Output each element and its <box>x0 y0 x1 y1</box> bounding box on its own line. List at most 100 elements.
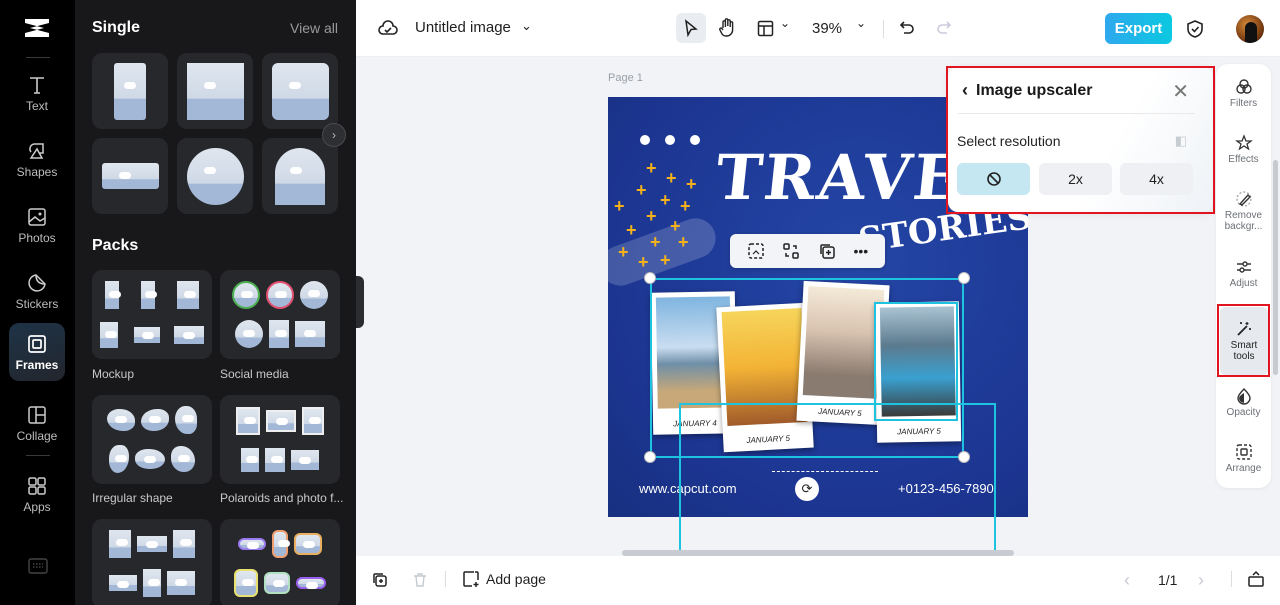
keyboard-shortcuts-icon[interactable] <box>28 558 48 574</box>
zoom-chevron-icon[interactable]: ⌄ <box>856 16 866 30</box>
tool-label: Effects <box>1228 154 1259 165</box>
frame-tile-circle[interactable] <box>177 138 253 214</box>
rail-item-stickers[interactable]: Stickers <box>9 262 65 320</box>
resolution-option-4x[interactable]: 4x <box>1120 163 1193 195</box>
rail-item-label: Frames <box>15 357 59 372</box>
pack-label-mockup: Mockup <box>92 367 135 381</box>
tool-remove-background[interactable]: Remove backgr... <box>1216 190 1271 232</box>
duplicate-icon[interactable] <box>818 242 836 260</box>
title-dropdown-chevron-icon[interactable]: ⌄ <box>521 18 532 34</box>
frame-tile-portrait-notched[interactable] <box>92 53 168 129</box>
rail-item-apps[interactable]: Apps <box>9 465 65 523</box>
upscaler-title: Image upscaler <box>976 81 1093 99</box>
pack-tile-speech-bubbles[interactable] <box>220 519 340 605</box>
hand-tool-icon[interactable] <box>718 17 736 37</box>
cloud-saved-icon[interactable] <box>378 19 398 37</box>
capcut-logo-icon[interactable] <box>22 16 52 40</box>
document-title[interactable]: Untitled image <box>415 19 511 36</box>
rail-item-text[interactable]: Text <box>9 64 65 122</box>
pack-label-social-media: Social media <box>220 367 289 381</box>
top-bar: Untitled image ⌄ ⌄ 39% ⌄ Export <box>356 0 1280 57</box>
arrange-icon <box>1235 444 1252 460</box>
apps-icon <box>28 476 46 495</box>
resolution-option-none[interactable] <box>957 163 1030 195</box>
rail-item-shapes[interactable]: Shapes <box>9 130 65 188</box>
tool-label: Remove backgr... <box>1224 210 1263 232</box>
upscaler-header: ‹ Image upscaler <box>962 80 1093 101</box>
opacity-icon <box>1236 388 1251 405</box>
next-page-icon[interactable]: › <box>1198 570 1204 591</box>
redo-icon[interactable] <box>936 20 952 36</box>
resize-handle-top-left[interactable] <box>644 272 656 284</box>
tool-effects[interactable]: Effects <box>1216 134 1271 166</box>
left-rail: Text Shapes Photos Stickers Frames Colla… <box>0 0 75 605</box>
divider <box>958 113 1195 114</box>
single-heading: Single <box>92 19 141 36</box>
pack-tile-torn-paper[interactable] <box>92 519 212 605</box>
frame-tile-rounded-square[interactable] <box>262 53 338 129</box>
resize-handle-bottom-left[interactable] <box>644 451 656 463</box>
shield-check-icon[interactable] <box>1186 19 1204 39</box>
divider <box>445 571 446 587</box>
resolution-option-2x[interactable]: 2x <box>1039 163 1112 195</box>
view-all-link[interactable]: View all <box>290 20 338 36</box>
capcut-editor: Text Shapes Photos Stickers Frames Colla… <box>0 0 1280 605</box>
rail-item-frames[interactable]: Frames <box>9 323 65 381</box>
collapse-panel-handle[interactable] <box>356 276 364 328</box>
frame-tile-arch[interactable] <box>262 138 338 214</box>
rail-item-photos[interactable]: Photos <box>9 196 65 254</box>
floating-toolbar: ••• <box>730 234 885 268</box>
vertical-scrollbar[interactable] <box>1273 160 1278 375</box>
user-avatar[interactable] <box>1236 15 1264 43</box>
tool-filters[interactable]: Filters <box>1216 78 1271 110</box>
back-chevron-icon[interactable]: ‹ <box>962 80 968 101</box>
more-icon[interactable]: ••• <box>853 243 868 259</box>
zoom-level[interactable]: 39% <box>812 20 842 37</box>
collage-icon <box>28 405 46 424</box>
layout-chevron-icon[interactable]: ⌄ <box>780 16 790 30</box>
pack-tile-irregular-shape[interactable] <box>92 395 212 484</box>
resize-handle-top-right[interactable] <box>958 272 970 284</box>
rail-item-label: Photos <box>18 230 56 245</box>
close-icon[interactable]: ✕ <box>1172 79 1189 104</box>
filters-icon <box>1235 79 1252 94</box>
pack-tile-mockup[interactable] <box>92 270 212 359</box>
tool-label: Arrange <box>1225 463 1262 474</box>
tool-arrange[interactable]: Arrange <box>1216 443 1271 475</box>
pack-tile-polaroids[interactable] <box>220 395 340 484</box>
rail-item-label: Text <box>25 98 48 113</box>
duplicate-page-icon[interactable] <box>372 572 388 588</box>
frame-tile-square[interactable] <box>177 53 253 129</box>
tool-label: Opacity <box>1226 407 1261 418</box>
crop-image-icon[interactable] <box>747 242 765 260</box>
hover-outline-photo <box>874 302 958 421</box>
frame-tile-wide[interactable] <box>92 138 168 214</box>
packs-heading: Packs <box>92 237 139 254</box>
select-resolution-label: Select resolution <box>957 133 1061 149</box>
layout-icon[interactable] <box>757 20 774 37</box>
decorative-dot <box>665 135 675 145</box>
prev-page-icon[interactable]: ‹ <box>1124 570 1130 591</box>
tool-label: Adjust <box>1229 278 1258 289</box>
compare-icon[interactable]: ◧ <box>1175 133 1187 149</box>
right-tools-panel: Filters Effects Remove backgr... Adjust … <box>1216 64 1271 488</box>
export-button[interactable]: Export <box>1105 13 1172 44</box>
replace-icon[interactable] <box>782 242 800 260</box>
fit-screen-icon[interactable] <box>1247 570 1265 588</box>
tool-opacity[interactable]: Opacity <box>1216 387 1271 419</box>
frames-icon <box>28 334 46 353</box>
tool-label: Filters <box>1229 98 1258 109</box>
rail-item-label: Collage <box>16 428 58 443</box>
resize-handle-bottom-right[interactable] <box>958 451 970 463</box>
decorative-dot <box>690 135 700 145</box>
undo-icon[interactable] <box>899 20 915 36</box>
next-arrow-button[interactable]: › <box>322 123 346 147</box>
remove-background-icon <box>1235 191 1252 207</box>
add-page-button[interactable]: Add page <box>462 570 546 588</box>
tool-adjust[interactable]: Adjust <box>1216 258 1271 290</box>
add-page-icon <box>463 571 479 587</box>
rail-item-collage[interactable]: Collage <box>9 394 65 452</box>
adjust-icon <box>1236 261 1251 273</box>
pack-tile-social-media[interactable] <box>220 270 340 359</box>
delete-page-icon[interactable] <box>412 572 428 588</box>
